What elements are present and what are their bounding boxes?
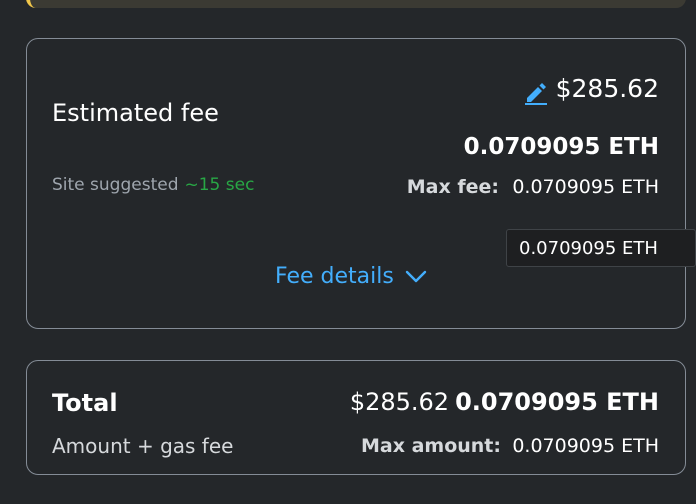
gas-estimate-source: Site suggested ~15 sec: [52, 175, 254, 195]
site-suggested-label: Site suggested: [52, 175, 179, 195]
max-fee-label: Max fee:: [406, 176, 499, 198]
estimated-fee-card: Estimated fee $285.62 0.0709095 ETH Site…: [26, 38, 686, 329]
fee-eth-amount: 0.0709095 ETH: [463, 134, 659, 160]
total-amounts: $285.62 0.0709095 ETH: [350, 388, 659, 416]
pencil-edit-icon[interactable]: [523, 79, 549, 105]
total-fiat-amount: $285.62: [349, 388, 450, 416]
total-card: Total $285.62 0.0709095 ETH Amount + gas …: [26, 360, 686, 475]
warning-banner: [26, 0, 686, 8]
chevron-down-icon[interactable]: [404, 269, 428, 285]
fee-details-label[interactable]: Fee details: [275, 264, 394, 289]
max-amount-label: Max amount:: [360, 435, 501, 457]
estimated-fee-title: Estimated fee: [52, 99, 219, 127]
total-title: Total: [52, 389, 118, 417]
max-fee-tooltip: 0.0709095 ETH: [506, 229, 696, 267]
fee-details-toggle[interactable]: Fee details: [275, 264, 428, 289]
total-eth-amount: 0.0709095 ETH: [455, 388, 659, 416]
time-estimate: ~15 sec: [184, 175, 255, 195]
fee-fiat-amount: $285.62: [555, 74, 659, 103]
total-subtitle: Amount + gas fee: [52, 434, 234, 458]
max-amount-value: 0.0709095 ETH: [512, 435, 659, 457]
max-fee-value: 0.0709095 ETH: [512, 176, 659, 198]
